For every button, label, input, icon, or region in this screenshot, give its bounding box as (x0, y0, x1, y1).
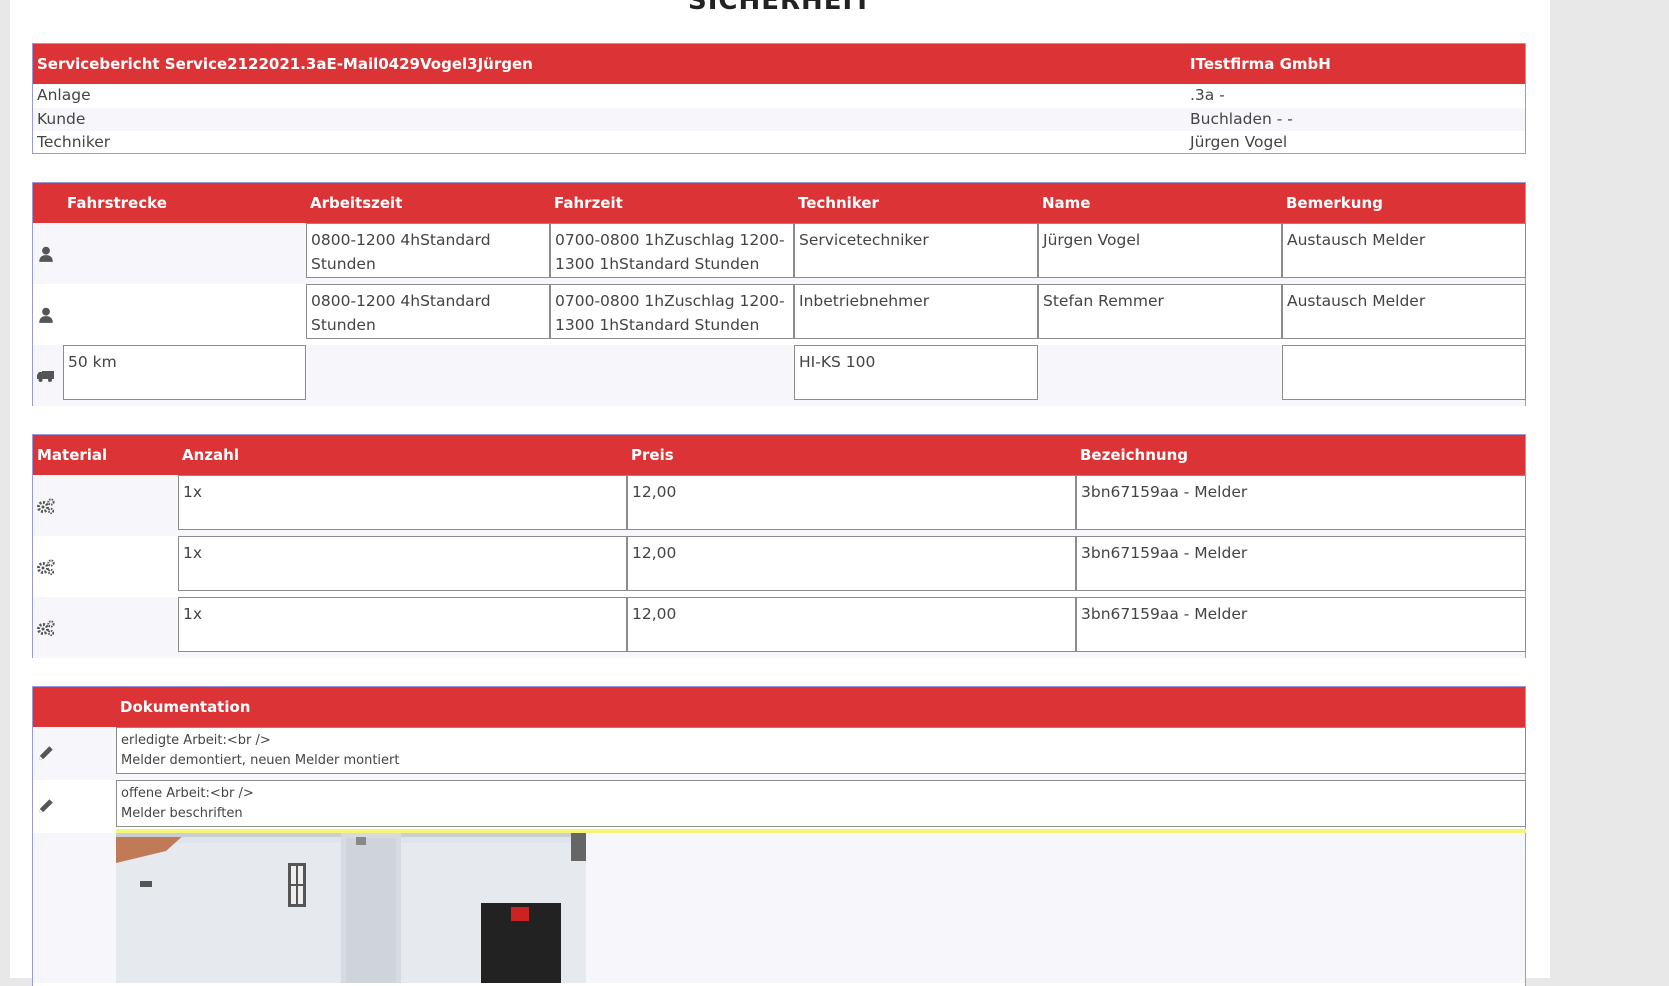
documentation-photo[interactable] (116, 833, 586, 983)
doc-entry: erledigte Arbeit:<br /> Melder demontier… (33, 727, 1526, 780)
bezeichnung-field[interactable]: 3bn67159aa - Melder (1076, 475, 1526, 530)
pencil-icon (39, 746, 53, 760)
name-field[interactable]: Jürgen Vogel (1038, 223, 1282, 278)
bezeichnung-field[interactable]: 3bn67159aa - Melder (1076, 536, 1526, 591)
info-row-kunde: Kunde Buchladen - - (33, 107, 1525, 131)
col-header-techniker: Techniker (798, 194, 879, 212)
doc-line: offene Arbeit:<br /> (121, 786, 254, 801)
documentation-table: Dokumentation erledigte Arbeit:<br /> Me… (32, 686, 1526, 986)
doc-line: Melder demontiert, neuen Melder montiert (121, 753, 400, 768)
truck-icon (37, 371, 54, 382)
name-field[interactable]: Stefan Remmer (1038, 284, 1282, 339)
col-header-bemerkung: Bemerkung (1286, 194, 1383, 212)
info-value: .3a - (1190, 86, 1225, 104)
report-title: Servicebericht Service2122021.3aE-Mail04… (37, 55, 533, 73)
work-time-table: Fahrstrecke Arbeitszeit Fahrzeit Technik… (32, 182, 1526, 406)
documentation-header: Dokumentation (33, 687, 1525, 727)
preis-field[interactable]: 12,00 (627, 475, 1076, 530)
doc-line: erledigte Arbeit:<br /> (121, 733, 271, 748)
info-value: Buchladen - - (1190, 109, 1293, 128)
user-icon (39, 307, 53, 323)
table-row: 0800-1200 4hStandard Stunden 0700-0800 1… (33, 284, 1526, 345)
preis-field[interactable]: 12,00 (627, 597, 1076, 652)
info-value: Jürgen Vogel (1190, 133, 1288, 151)
report-header: Servicebericht Service2122021.3aE-Mail04… (33, 44, 1525, 84)
table-row: 0800-1200 4hStandard Stunden 0700-0800 1… (33, 223, 1526, 284)
photo-row (33, 829, 1526, 983)
report-info-table: Servicebericht Service2122021.3aE-Mail04… (32, 43, 1526, 154)
gears-icon (37, 559, 55, 576)
work-table-header: Fahrstrecke Arbeitszeit Fahrzeit Technik… (33, 183, 1525, 223)
documentation-title: Dokumentation (120, 698, 251, 716)
bezeichnung-field[interactable]: 3bn67159aa - Melder (1076, 597, 1526, 652)
arbeitszeit-field[interactable]: 0800-1200 4hStandard Stunden (306, 284, 550, 339)
info-label: Anlage (37, 86, 91, 104)
doc-text-field[interactable]: offene Arbeit:<br /> Melder beschriften (116, 780, 1526, 827)
techniker-field[interactable]: Servicetechniker (794, 223, 1038, 278)
scrollbar[interactable] (1655, 0, 1669, 978)
col-header-anzahl: Anzahl (182, 446, 239, 464)
company-name: ITestfirma GmbH (1190, 55, 1331, 73)
col-header-bezeichnung: Bezeichnung (1080, 446, 1188, 464)
info-label: Kunde (37, 109, 86, 128)
pencil-icon (39, 799, 53, 813)
info-row-anlage: Anlage .3a - (33, 84, 1525, 108)
fahrzeit-field[interactable]: 0700-0800 1hZuschlag 1200-1300 1hStandar… (550, 284, 794, 339)
anzahl-field[interactable]: 1x (178, 536, 627, 591)
arbeitszeit-field[interactable]: 0800-1200 4hStandard Stunden (306, 223, 550, 278)
material-table: Material Anzahl Preis Bezeichnung 1x 12,… (32, 434, 1526, 658)
col-header-fahrzeit: Fahrzeit (554, 194, 623, 212)
col-header-material: Material (37, 446, 108, 464)
vehicle-row: 50 km HI-KS 100 (33, 345, 1526, 406)
bemerkung-field[interactable]: Austausch Melder (1282, 284, 1526, 339)
anzahl-field[interactable]: 1x (178, 597, 627, 652)
doc-line: Melder beschriften (121, 806, 243, 821)
doc-entry: offene Arbeit:<br /> Melder beschriften (33, 780, 1526, 833)
report-page: SICHERHEIT Servicebericht Service2122021… (10, 0, 1550, 986)
table-row: 1x 12,00 3bn67159aa - Melder (33, 536, 1526, 597)
page-heading: SICHERHEIT (688, 0, 872, 16)
gears-icon (37, 620, 55, 637)
col-header-arbeitszeit: Arbeitszeit (310, 194, 403, 212)
info-row-techniker: Techniker Jürgen Vogel (33, 131, 1525, 155)
gears-icon (37, 498, 55, 515)
fahrstrecke-field[interactable]: 50 km (63, 345, 306, 400)
preis-field[interactable]: 12,00 (627, 536, 1076, 591)
techniker-field[interactable]: Inbetriebnehmer (794, 284, 1038, 339)
table-row: 1x 12,00 3bn67159aa - Melder (33, 597, 1526, 658)
anzahl-field[interactable]: 1x (178, 475, 627, 530)
doc-text-field[interactable]: erledigte Arbeit:<br /> Melder demontier… (116, 727, 1526, 774)
fahrzeit-field[interactable]: 0700-0800 1hZuschlag 1200-1300 1hStandar… (550, 223, 794, 278)
table-row: 1x 12,00 3bn67159aa - Melder (33, 475, 1526, 536)
material-table-header: Material Anzahl Preis Bezeichnung (33, 435, 1525, 475)
col-header-fahrstrecke: Fahrstrecke (67, 194, 167, 212)
col-header-name: Name (1042, 194, 1091, 212)
user-icon (39, 246, 53, 262)
vehicle-plate-field[interactable]: HI-KS 100 (794, 345, 1038, 400)
vehicle-bemerkung-field[interactable] (1282, 345, 1526, 400)
bemerkung-field[interactable]: Austausch Melder (1282, 223, 1526, 278)
info-label: Techniker (37, 133, 111, 151)
col-header-preis: Preis (631, 446, 674, 464)
